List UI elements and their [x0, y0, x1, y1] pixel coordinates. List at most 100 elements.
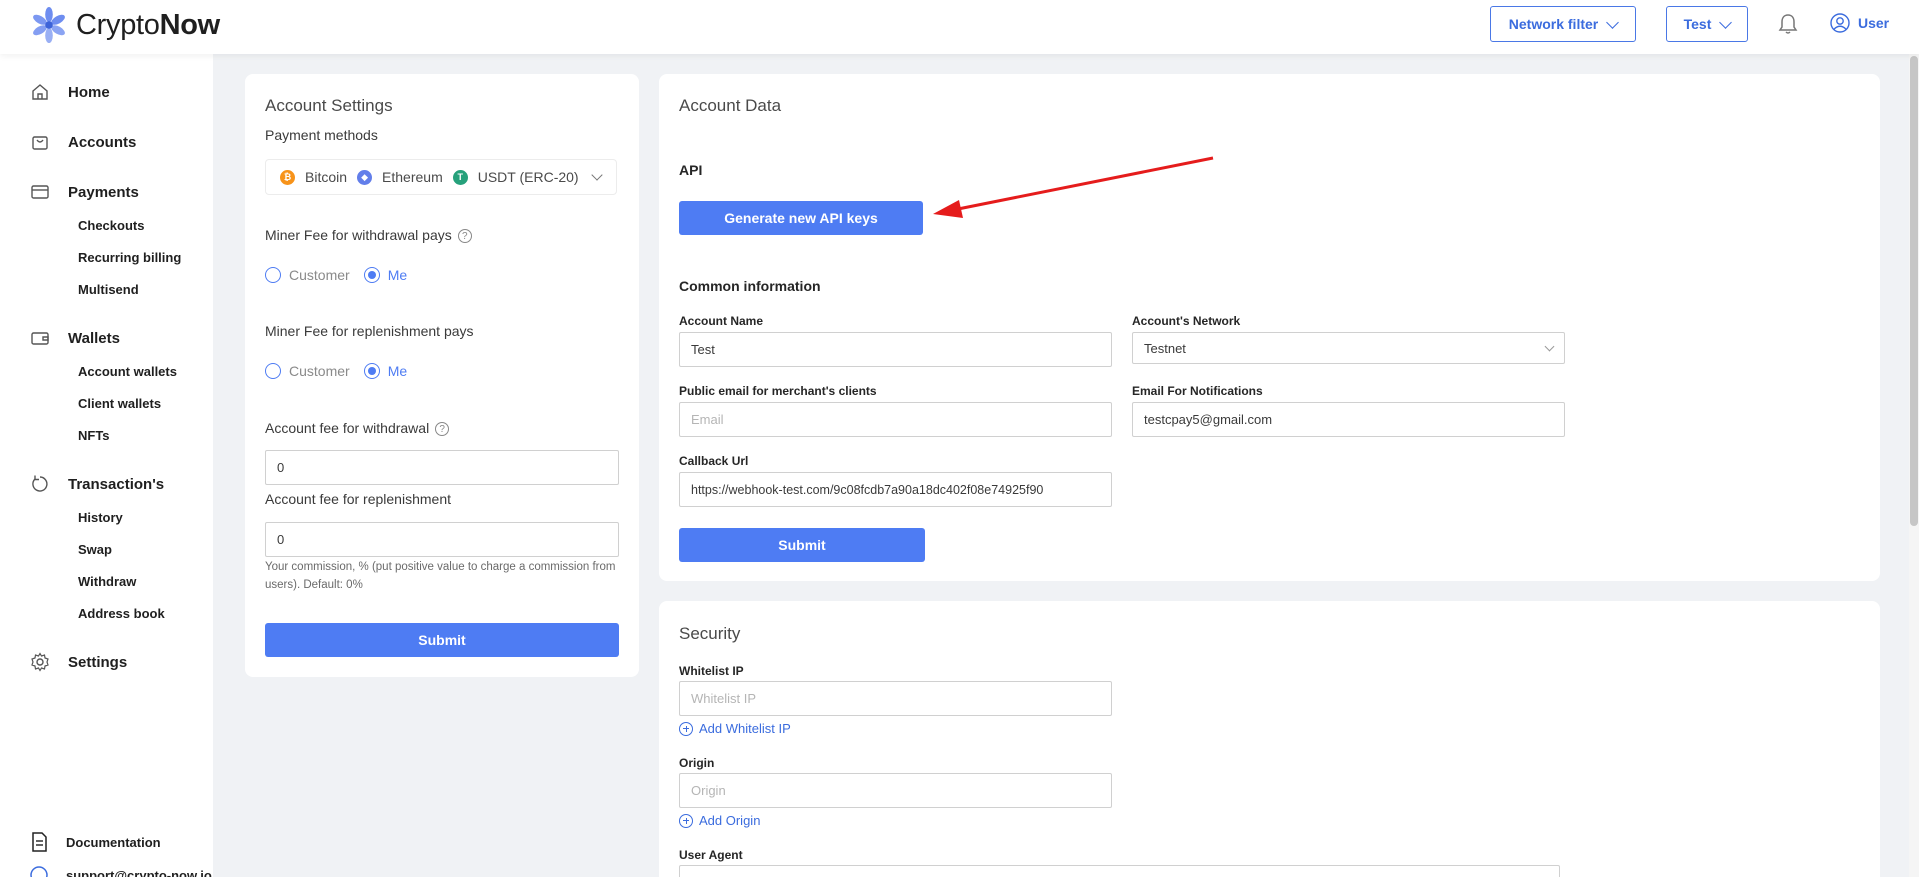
- question-icon[interactable]: ?: [435, 422, 450, 437]
- account-settings-title: Account Settings: [265, 96, 393, 115]
- api-section-title: API: [679, 162, 703, 178]
- account-data-title: Account Data: [679, 96, 782, 115]
- chevron-down-icon: [1544, 341, 1555, 351]
- payment-methods-select[interactable]: ₿ Bitcoin ◆ Ethereum T USDT (ERC-20): [265, 159, 617, 195]
- nav-documentation-label: Documentation: [66, 834, 161, 850]
- origin-input[interactable]: Origin: [679, 773, 1112, 808]
- nav-history[interactable]: History: [78, 510, 123, 525]
- add-whitelist-ip-link[interactable]: Add Whitelist IP: [679, 721, 791, 736]
- account-fee-replenishment-input[interactable]: 0: [265, 522, 619, 557]
- gear-icon: [31, 652, 49, 672]
- account-name-input[interactable]: Test: [679, 332, 1112, 367]
- whitelist-ip-label: Whitelist IP: [679, 664, 744, 678]
- replenishment-customer-radio[interactable]: Customer: [265, 363, 350, 379]
- user-agent-input[interactable]: [679, 865, 1560, 877]
- account-fee-replenishment-label: Account fee for replenishment: [265, 491, 451, 507]
- radio-icon: [265, 267, 281, 283]
- payment-method-usdt: T USDT (ERC-20): [452, 169, 579, 185]
- account-switch-dropdown[interactable]: Test: [1666, 6, 1748, 42]
- nav-swap[interactable]: Swap: [78, 542, 112, 557]
- nav-support-label: support@crypto-now.io: [66, 867, 212, 877]
- radio-checked-icon: [363, 363, 380, 379]
- network-select-value: Testnet: [1144, 340, 1186, 356]
- logo-flower-icon: [33, 6, 65, 44]
- generate-api-keys-button[interactable]: Generate new API keys: [679, 201, 923, 235]
- withdrawal-me-radio[interactable]: Me: [363, 267, 408, 283]
- payment-method-bitcoin-label: Bitcoin: [305, 169, 348, 185]
- network-filter-dropdown[interactable]: Network filter: [1490, 6, 1636, 42]
- network-filter-label: Network filter: [1508, 16, 1599, 32]
- public-email-label: Public email for merchant's clients: [679, 384, 877, 398]
- public-email-input[interactable]: Email: [679, 402, 1112, 437]
- nav-nfts[interactable]: NFTs: [78, 428, 110, 443]
- nav-documentation[interactable]: Documentation: [30, 832, 161, 852]
- account-name-label: Account Name: [679, 314, 764, 328]
- logo-text: CryptoNow: [76, 8, 220, 41]
- nav-settings-label: Settings: [68, 653, 128, 671]
- replenishment-fee-label: Miner Fee for replenishment pays: [265, 323, 474, 339]
- nav-home[interactable]: Home: [30, 82, 110, 102]
- nav-recurring-billing[interactable]: Recurring billing: [78, 250, 181, 265]
- nav-accounts[interactable]: Accounts: [30, 132, 136, 152]
- nav-payments-label: Payments: [68, 183, 139, 201]
- account-settings-submit-button[interactable]: Submit: [265, 623, 619, 657]
- wallet-icon: [31, 332, 49, 345]
- page-scrollbar-thumb[interactable]: [1910, 56, 1918, 526]
- withdrawal-customer-radio[interactable]: Customer: [265, 267, 350, 283]
- add-origin-label: Add Origin: [699, 813, 761, 828]
- ethereum-icon: ◆: [357, 169, 373, 185]
- question-icon[interactable]: ?: [457, 229, 472, 244]
- bitcoin-icon: ₿: [280, 169, 295, 185]
- usdt-icon: T: [452, 169, 468, 185]
- annotation-arrow: [933, 156, 1214, 218]
- account-switch-label: Test: [1683, 16, 1712, 32]
- common-info-title: Common information: [679, 278, 821, 294]
- whitelist-ip-input[interactable]: Whitelist IP: [679, 681, 1112, 716]
- replenishment-fee-radio-group: Customer Me: [265, 363, 421, 379]
- document-icon: [32, 832, 47, 852]
- payment-method-ethereum-label: Ethereum: [382, 169, 443, 185]
- nav-account-wallets[interactable]: Account wallets: [78, 364, 177, 379]
- chevron-down-icon: [1719, 15, 1733, 29]
- radio-me-label: Me: [387, 267, 408, 283]
- radio-icon: [265, 363, 281, 379]
- callback-url-input[interactable]: https://webhook-test.com/9c08fcdb7a90a18…: [679, 472, 1112, 507]
- history-icon: [32, 475, 48, 492]
- support-icon: [30, 866, 48, 877]
- logo[interactable]: CryptoNow: [30, 6, 220, 44]
- callback-url-label: Callback Url: [679, 454, 749, 468]
- user-menu[interactable]: User: [1830, 13, 1889, 33]
- nav-withdraw[interactable]: Withdraw: [78, 574, 136, 589]
- account-fee-withdrawal-input[interactable]: 0: [265, 450, 619, 485]
- nav-address-book[interactable]: Address book: [78, 606, 165, 621]
- payment-method-usdt-label: USDT (ERC-20): [477, 169, 579, 185]
- commission-hint: Your commission, % (put positive value t…: [265, 561, 616, 591]
- top-header: CryptoNow Network filter Test User: [0, 0, 1919, 54]
- account-data-submit-button[interactable]: Submit: [679, 528, 925, 562]
- plus-circle-icon: [679, 813, 693, 828]
- add-whitelist-ip-label: Add Whitelist IP: [699, 721, 791, 736]
- credit-card-icon: [31, 185, 49, 199]
- nav-payments[interactable]: Payments: [30, 182, 139, 202]
- withdrawal-fee-text: Miner Fee for withdrawal pays: [265, 227, 452, 243]
- nav-support-email[interactable]: support@crypto-now.io: [30, 866, 212, 877]
- user-circle-icon: [1830, 13, 1850, 33]
- security-card: [659, 601, 1880, 877]
- network-select[interactable]: Testnet: [1132, 332, 1565, 364]
- nav-client-wallets[interactable]: Client wallets: [78, 396, 161, 411]
- replenishment-me-radio[interactable]: Me: [363, 363, 407, 379]
- bell-icon[interactable]: [1778, 13, 1798, 35]
- user-label: User: [1858, 15, 1890, 31]
- nav-transactions[interactable]: Transaction's: [30, 474, 164, 494]
- bag-icon: [32, 136, 48, 150]
- nav-multisend[interactable]: Multisend: [78, 282, 139, 297]
- nav-wallets[interactable]: Wallets: [30, 328, 120, 348]
- notify-email-input[interactable]: testcpay5@gmail.com: [1132, 402, 1565, 437]
- nav-settings[interactable]: Settings: [30, 652, 127, 672]
- payment-method-ethereum: ◆ Ethereum: [357, 169, 443, 185]
- radio-customer-label: Customer: [289, 363, 350, 379]
- add-origin-link[interactable]: Add Origin: [679, 813, 760, 828]
- nav-checkouts[interactable]: Checkouts: [78, 218, 144, 233]
- withdrawal-fee-label: Miner Fee for withdrawal pays?: [265, 227, 472, 244]
- radio-checked-icon: [363, 267, 380, 283]
